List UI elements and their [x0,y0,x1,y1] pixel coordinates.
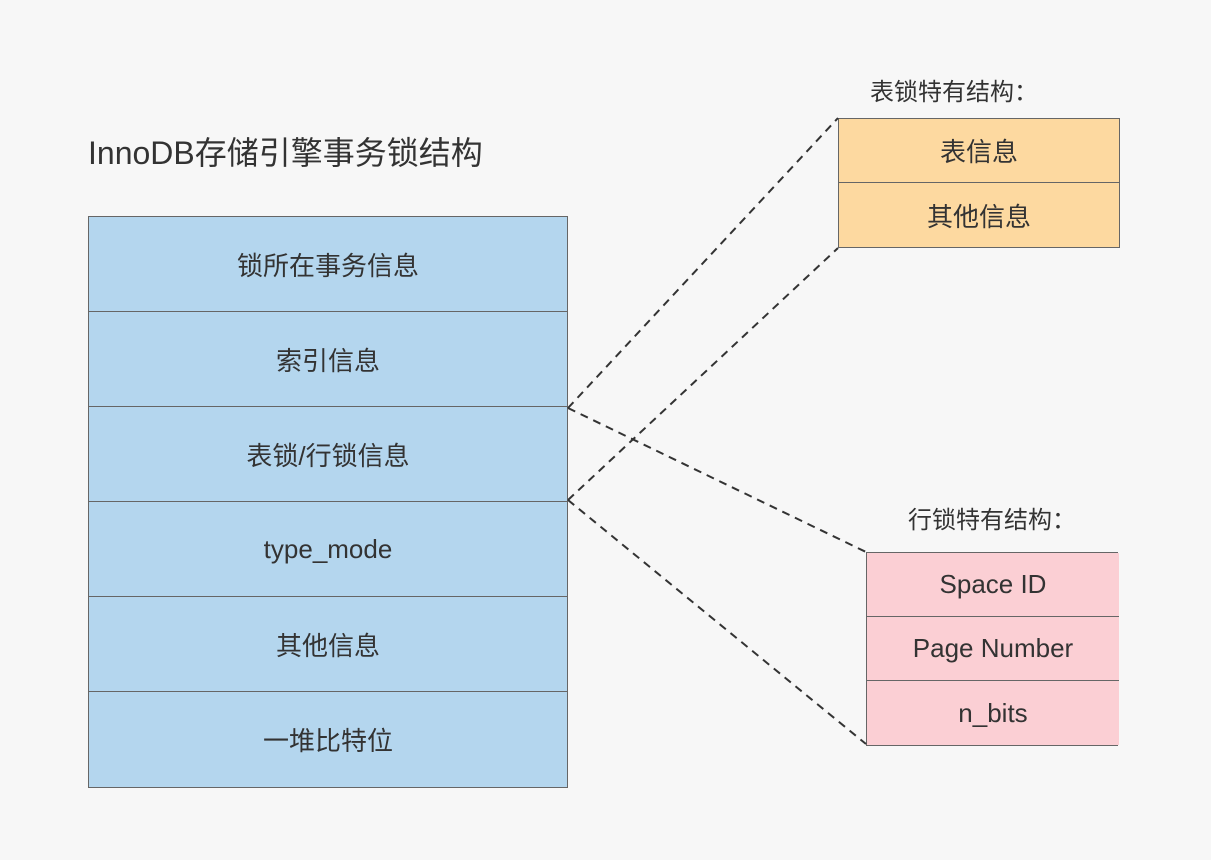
row-lock-row-0: Space ID [867,553,1119,617]
table-lock-row-0: 表信息 [839,119,1119,183]
table-lock-structure: 表信息 其他信息 [838,118,1120,248]
main-row-4: 其他信息 [89,597,567,692]
main-row-3: type_mode [89,502,567,597]
main-row-0: 锁所在事务信息 [89,217,567,312]
connector-to-row-bottom [568,500,866,744]
main-lock-structure: 锁所在事务信息 索引信息 表锁/行锁信息 type_mode 其他信息 一堆比特… [88,216,568,788]
main-row-1: 索引信息 [89,312,567,407]
table-lock-title: 表锁特有结构： [870,72,1038,107]
row-lock-title: 行锁特有结构： [908,500,1076,535]
connector-to-row-top [568,408,866,552]
main-row-2: 表锁/行锁信息 [89,407,567,502]
connector-to-table-bottom [568,248,838,500]
connector-to-table-top [568,118,838,408]
diagram-title: InnoDB存储引擎事务锁结构 [88,128,483,174]
row-lock-structure: Space ID Page Number n_bits [866,552,1118,746]
main-row-5: 一堆比特位 [89,692,567,787]
row-lock-row-2: n_bits [867,681,1119,745]
row-lock-row-1: Page Number [867,617,1119,681]
table-lock-row-1: 其他信息 [839,183,1119,247]
